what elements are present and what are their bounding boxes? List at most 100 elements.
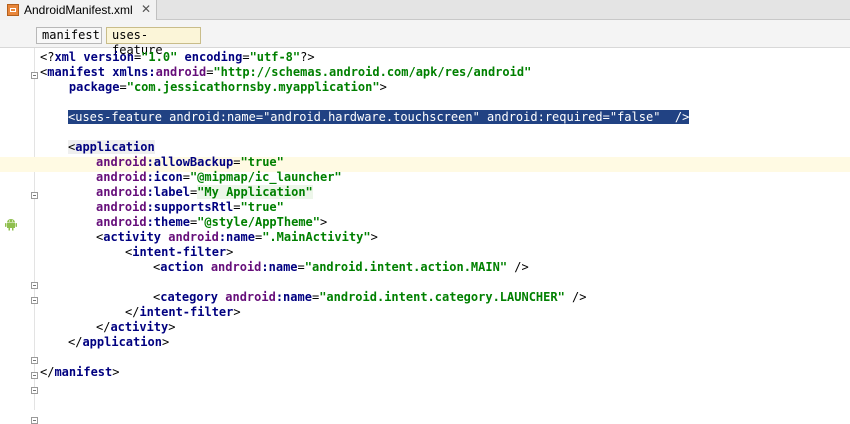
code-line-8: android:allowBackup="true" <box>96 155 284 170</box>
breadcrumb: manifest uses-feature <box>0 20 850 57</box>
token: version <box>76 50 134 64</box>
token: </ <box>40 365 55 379</box>
token: </ <box>125 305 140 319</box>
token: > <box>379 80 387 94</box>
fold-marker-icon[interactable] <box>31 72 38 79</box>
token: encoding <box>177 50 243 64</box>
token: > <box>226 245 234 259</box>
code-line-3: package="com.jessicathornsby.myapplicati… <box>40 80 387 95</box>
token: "android.intent.category.LAUNCHER" <box>319 290 565 304</box>
token: /> <box>564 290 587 304</box>
code-line-12: android:theme="@style/AppTheme"> <box>96 215 327 230</box>
code-line-5-selected: <uses-feature android:name="android.hard… <box>68 110 690 125</box>
token: activity <box>110 320 169 334</box>
token: android <box>96 170 147 184</box>
token: android <box>96 200 147 214</box>
token: "true" <box>240 200 284 214</box>
token: "1.0" <box>141 50 178 64</box>
token: android <box>96 185 147 199</box>
code-line-15: <action android:name="android.intent.act… <box>153 260 529 275</box>
editor-tab-bar: AndroidManifest.xml ✕ <box>0 0 850 20</box>
fold-marker-icon[interactable] <box>31 357 38 364</box>
token: </ <box>68 335 83 349</box>
selected-text[interactable]: <uses-feature android:name="android.hard… <box>68 110 690 124</box>
fold-marker-icon[interactable] <box>31 297 38 304</box>
code-line-2: <manifest xmlns:android="http://schemas.… <box>40 65 531 80</box>
token: </ <box>96 320 111 334</box>
token: manifest <box>54 365 113 379</box>
token: :label <box>146 185 190 199</box>
xml-file-icon <box>7 4 19 16</box>
token: android <box>218 290 276 304</box>
token: > <box>233 305 241 319</box>
fold-marker-icon[interactable] <box>31 192 38 199</box>
token: > <box>320 215 328 229</box>
tab-title: AndroidManifest.xml <box>24 3 133 17</box>
token: xml <box>54 50 77 64</box>
token: android <box>155 65 207 79</box>
token: > <box>112 365 120 379</box>
gutter-divider <box>34 48 35 410</box>
token: :name <box>275 290 312 304</box>
code-line-9: android:icon="@mipmap/ic_launcher" <box>96 170 342 185</box>
token: "http://schemas.android.com/apk/res/andr… <box>213 65 532 79</box>
code-line-7: <application <box>68 140 155 155</box>
editor-tab-android-manifest[interactable]: AndroidManifest.xml ✕ <box>0 0 157 20</box>
token: xmlns: <box>105 65 156 79</box>
code-line-13: <activity android:name=".MainActivity"> <box>96 230 378 245</box>
token: action <box>160 260 204 274</box>
token: intent-filter <box>132 245 227 259</box>
code-line-22: </manifest> <box>40 365 119 380</box>
code-line-11: android:supportsRtl="true" <box>96 200 284 215</box>
token: "My Application" <box>197 185 313 199</box>
token: :name <box>218 230 255 244</box>
token: = <box>119 80 127 94</box>
fold-marker-icon[interactable] <box>31 387 38 394</box>
token: "@mipmap/ic_launcher" <box>189 170 342 184</box>
token: :name <box>261 260 298 274</box>
android-icon[interactable] <box>4 217 18 231</box>
token: ".MainActivity" <box>262 230 371 244</box>
token: application <box>75 140 155 154</box>
token: :supportsRtl <box>146 200 234 214</box>
token: package <box>40 80 120 94</box>
token: android <box>96 155 147 169</box>
token: "com.jessicathornsby.myapplication" <box>126 80 380 94</box>
token: "utf-8" <box>249 50 301 64</box>
fold-marker-icon[interactable] <box>31 282 38 289</box>
token: application <box>82 335 162 349</box>
token: = <box>233 155 241 169</box>
token: = <box>242 50 250 64</box>
token: category <box>160 290 219 304</box>
token: android <box>161 230 219 244</box>
code-line-18: </intent-filter> <box>125 305 241 320</box>
fold-marker-icon[interactable] <box>31 417 38 424</box>
token: > <box>161 335 170 349</box>
token: intent-filter <box>139 305 234 319</box>
code-line-20: </application> <box>68 335 169 350</box>
breadcrumb-manifest[interactable]: manifest <box>36 27 102 44</box>
token: :theme <box>146 215 190 229</box>
token: :allowBackup <box>146 155 234 169</box>
code-line-10: android:label="My Application" <box>96 185 313 200</box>
token: = <box>297 260 305 274</box>
token: :icon <box>146 170 183 184</box>
token: <? <box>40 50 55 64</box>
close-icon[interactable]: ✕ <box>141 2 151 16</box>
code-line-17: <category android:name="android.intent.c… <box>153 290 587 305</box>
fold-marker-icon[interactable] <box>31 372 38 379</box>
code-line-14: <intent-filter> <box>125 245 233 260</box>
token: /> <box>507 260 529 274</box>
token: "@style/AppTheme" <box>197 215 320 229</box>
token: > <box>370 230 378 244</box>
code-line-19: </activity> <box>96 320 175 335</box>
token: android <box>96 215 147 229</box>
token: manifest <box>47 65 106 79</box>
code-line-1: <?xml version="1.0" encoding="utf-8"?> <box>40 50 315 65</box>
token: "android.intent.action.MAIN" <box>304 260 508 274</box>
token: android <box>203 260 262 274</box>
token: = <box>233 200 241 214</box>
breadcrumb-uses-feature[interactable]: uses-feature <box>106 27 201 57</box>
token: "true" <box>240 155 284 169</box>
token: = <box>182 170 190 184</box>
